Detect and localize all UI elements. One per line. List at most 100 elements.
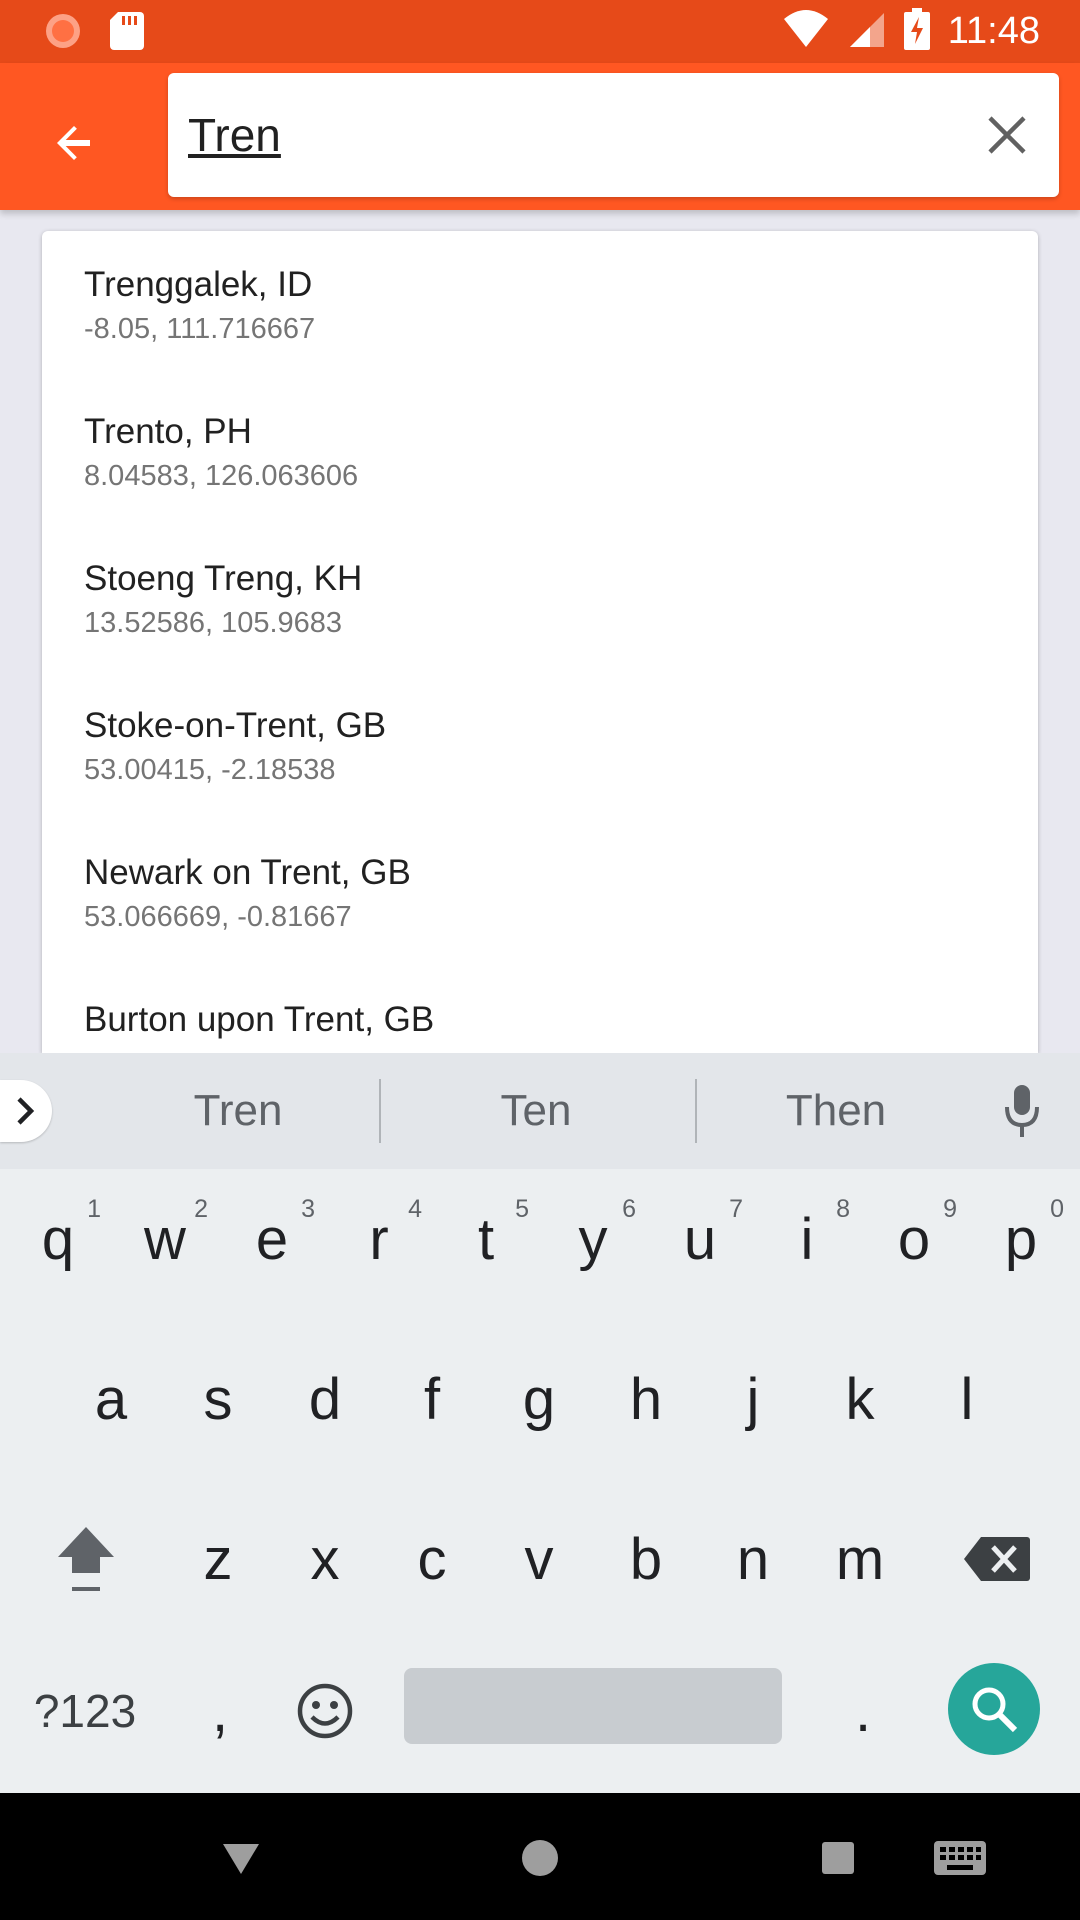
key-i[interactable]: i8: [754, 1179, 860, 1299]
search-input[interactable]: [188, 95, 948, 175]
period-key[interactable]: .: [808, 1651, 918, 1771]
status-time: 11:48: [947, 10, 1040, 52]
keyboard-suggestion[interactable]: Tren: [138, 1079, 338, 1143]
key-r[interactable]: r4: [326, 1179, 432, 1299]
key-d[interactable]: d: [272, 1339, 378, 1459]
backspace-icon: [964, 1537, 1030, 1581]
key-y[interactable]: y6: [540, 1179, 646, 1299]
key-n[interactable]: n: [700, 1499, 806, 1619]
key-label: o: [897, 1206, 931, 1272]
status-bar: 11:48: [0, 0, 1080, 63]
key-hint: 8: [836, 1195, 850, 1223]
emoji-icon: [297, 1683, 353, 1739]
symbols-key[interactable]: ?123: [15, 1651, 155, 1771]
back-nav-button[interactable]: [206, 1823, 276, 1893]
key-t[interactable]: t5: [433, 1179, 539, 1299]
suggestion-item[interactable]: Stoeng Treng, KH 13.52586, 105.9683: [42, 525, 1038, 672]
square-icon: [822, 1842, 854, 1874]
key-m[interactable]: m: [807, 1499, 913, 1619]
key-f[interactable]: f: [379, 1339, 485, 1459]
key-label: r: [369, 1206, 389, 1272]
suggestion-item[interactable]: Newark on Trent, GB 53.066669, -0.81667: [42, 819, 1038, 966]
keyboard-suggestion[interactable]: Ten: [436, 1079, 636, 1143]
key-h[interactable]: h: [593, 1339, 699, 1459]
microphone-icon: [1005, 1085, 1039, 1137]
key-b[interactable]: b: [593, 1499, 699, 1619]
wifi-icon: [782, 9, 830, 54]
key-g[interactable]: g: [486, 1339, 592, 1459]
suggestion-coords: 8.04583, 126.063606: [84, 460, 359, 492]
key-j[interactable]: j: [700, 1339, 806, 1459]
battery-charging-icon: [903, 8, 930, 55]
key-hint: 6: [622, 1195, 636, 1223]
app-bar: [0, 63, 1080, 210]
search-action-key[interactable]: [948, 1663, 1040, 1755]
key-z[interactable]: z: [165, 1499, 271, 1619]
suggestion-coords: 13.52586, 105.9683: [84, 607, 343, 639]
key-o[interactable]: o9: [861, 1179, 967, 1299]
key-q[interactable]: q1: [5, 1179, 111, 1299]
suggestion-item[interactable]: Stoke-on-Trent, GB 53.00415, -2.18538: [42, 672, 1038, 819]
suggestion-title: Trento, PH: [84, 412, 252, 451]
key-v[interactable]: v: [486, 1499, 592, 1619]
key-hint: 1: [87, 1195, 101, 1223]
key-label: t: [477, 1206, 495, 1272]
key-label: i: [800, 1206, 814, 1272]
key-l[interactable]: l: [914, 1339, 1020, 1459]
triangle-down-icon: [223, 1844, 259, 1874]
suggestion-item[interactable]: Trento, PH 8.04583, 126.063606: [42, 378, 1038, 525]
key-w[interactable]: w2: [112, 1179, 218, 1299]
key-label: p: [1004, 1206, 1038, 1272]
keyboard-suggestion[interactable]: Then: [736, 1079, 936, 1143]
key-hint: 9: [943, 1195, 957, 1223]
divider: [379, 1079, 381, 1143]
emoji-key[interactable]: [272, 1651, 378, 1771]
key-label: w: [144, 1206, 186, 1272]
voice-input-button[interactable]: [994, 1083, 1050, 1139]
suggestion-title: Trenggalek, ID: [84, 265, 313, 304]
key-e[interactable]: e3: [219, 1179, 325, 1299]
keyboard-switch-button[interactable]: [925, 1823, 995, 1893]
key-hint: 5: [515, 1195, 529, 1223]
backspace-key[interactable]: [944, 1499, 1050, 1619]
key-hint: 0: [1050, 1195, 1064, 1223]
suggestion-title: Stoke-on-Trent, GB: [84, 706, 387, 745]
key-label: q: [41, 1206, 75, 1272]
suggestion-coords: 53.066669, -0.81667: [84, 901, 352, 933]
signal-icon: [848, 9, 886, 54]
key-u[interactable]: u7: [647, 1179, 753, 1299]
recents-nav-button[interactable]: [803, 1823, 873, 1893]
back-button[interactable]: [34, 103, 114, 183]
suggestion-coords: -8.05, 111.716667: [84, 313, 316, 345]
key-p[interactable]: p0: [968, 1179, 1074, 1299]
key-k[interactable]: k: [807, 1339, 913, 1459]
chevron-right-icon: [17, 1097, 35, 1125]
soft-keyboard: Tren Ten Then ?123 , . q1w2e3r4t5y6u7i8o…: [0, 1053, 1080, 1793]
keyboard-suggestion-strip: Tren Ten Then: [0, 1053, 1080, 1169]
home-nav-button[interactable]: [505, 1823, 575, 1893]
key-s[interactable]: s: [165, 1339, 271, 1459]
key-a[interactable]: a: [58, 1339, 164, 1459]
expand-toolbar-button[interactable]: [0, 1080, 52, 1142]
search-box: [168, 73, 1059, 197]
key-c[interactable]: c: [379, 1499, 485, 1619]
notification-dot-icon: [44, 12, 82, 55]
comma-key[interactable]: ,: [165, 1651, 275, 1771]
search-icon: [972, 1687, 1018, 1733]
suggestion-item[interactable]: Burton upon Trent, GB: [42, 966, 1038, 1053]
key-x[interactable]: x: [272, 1499, 378, 1619]
key-label: e: [255, 1206, 289, 1272]
close-icon: [988, 116, 1026, 154]
suggestion-title: Newark on Trent, GB: [84, 853, 411, 892]
space-key[interactable]: [404, 1668, 782, 1744]
circle-icon: [522, 1840, 558, 1876]
shift-key[interactable]: [33, 1499, 139, 1619]
sd-card-icon: [110, 12, 144, 55]
clear-search-button[interactable]: [977, 105, 1037, 165]
suggestion-item[interactable]: Trenggalek, ID -8.05, 111.716667: [42, 231, 1038, 378]
suggestion-title: Stoeng Treng, KH: [84, 559, 363, 598]
arrow-back-icon: [57, 126, 90, 160]
shift-icon: [58, 1527, 114, 1591]
key-hint: 4: [408, 1195, 422, 1223]
key-label: u: [683, 1206, 717, 1272]
